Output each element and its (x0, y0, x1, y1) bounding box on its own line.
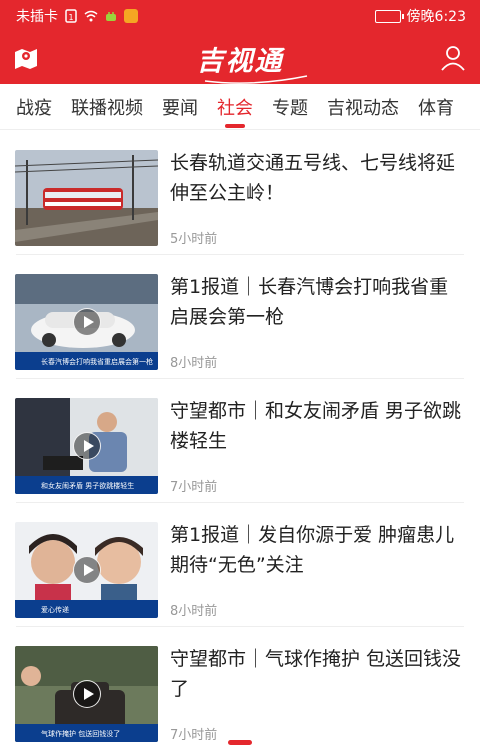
sim-icon: 1 (65, 9, 77, 23)
news-title: 第1报道｜发自你源于爱 肿瘤患儿期待“无色”关注 (170, 524, 455, 576)
category-tabs: 战疫 联播视频 要闻 社会 专题 吉视动态 体育 (0, 84, 480, 130)
news-time: 8小时前 (170, 604, 218, 619)
app-header: 吉视通 (0, 32, 480, 84)
news-thumbnail: 气球作掩护 包送回钱没了 (15, 646, 158, 742)
news-title: 守望都市｜和女友闹矛盾 男子欲跳楼轻生 (170, 400, 462, 452)
caption-bar: 气球作掩护 包送回钱没了 (15, 724, 158, 742)
caption-text: 爱心传递 (41, 606, 69, 614)
play-icon (72, 556, 101, 584)
caption-bar: 长春汽博会打响我省重启展会第一枪 (15, 352, 158, 370)
play-icon (72, 308, 101, 336)
caption-text: 气球作掩护 包送回钱没了 (41, 730, 121, 738)
battery-icon (374, 9, 404, 23)
news-list: 长春轨道交通五号线、七号线将延伸至公主岭！ 5小时前 长春汽博会打响我省重启展会… (0, 131, 480, 745)
news-time: 8小时前 (170, 356, 218, 371)
carrier-text: 未插卡 (16, 9, 58, 25)
news-title: 第1报道｜长春汽博会打响我省重启展会第一枪 (170, 276, 449, 328)
wifi-icon (84, 10, 98, 22)
tab-shehui[interactable]: 社会 (217, 94, 253, 128)
news-thumbnail: 长春汽博会打响我省重启展会第一枪 (15, 274, 158, 370)
app-icon (124, 9, 138, 23)
app-logo: 吉视通 (197, 39, 307, 84)
status-bar: 未插卡 1 傍晚6:23 (0, 0, 480, 32)
tab-zhanyi[interactable]: 战疫 (16, 94, 52, 120)
bottom-indicator (228, 740, 252, 745)
news-thumbnail: 和女友闹矛盾 男子欲跳楼轻生 (15, 398, 158, 494)
tab-jishi-dongtai[interactable]: 吉视动态 (327, 94, 399, 120)
news-title: 守望都市｜气球作掩护 包送回钱没了 (170, 648, 462, 700)
news-thumbnail (15, 150, 158, 246)
news-item[interactable]: 气球作掩护 包送回钱没了 守望都市｜气球作掩护 包送回钱没了 7小时前 (0, 627, 480, 745)
svg-text:1: 1 (68, 13, 73, 22)
news-thumbnail: 爱心传递 (15, 522, 158, 618)
user-icon[interactable] (438, 43, 468, 73)
android-icon (106, 12, 116, 21)
tab-lianbo-video[interactable]: 联播视频 (71, 94, 143, 120)
news-time: 5小时前 (170, 232, 218, 247)
train-image (15, 150, 158, 246)
news-time: 7小时前 (170, 480, 218, 495)
news-item[interactable]: 长春轨道交通五号线、七号线将延伸至公主岭！ 5小时前 (0, 131, 480, 255)
news-item[interactable]: 爱心传递 第1报道｜发自你源于爱 肿瘤患儿期待“无色”关注 8小时前 (0, 503, 480, 627)
caption-bar: 爱心传递 (15, 600, 158, 618)
caption-bar: 和女友闹矛盾 男子欲跳楼轻生 (15, 476, 158, 494)
caption-text: 长春汽博会打响我省重启展会第一枪 (41, 358, 153, 366)
tab-zhuanti[interactable]: 专题 (272, 94, 308, 120)
clock-text: 傍晚6:23 (406, 9, 466, 25)
news-item[interactable]: 和女友闹矛盾 男子欲跳楼轻生 守望都市｜和女友闹矛盾 男子欲跳楼轻生 7小时前 (0, 379, 480, 503)
news-time: 7小时前 (170, 728, 218, 743)
play-icon (72, 432, 101, 460)
news-item[interactable]: 长春汽博会打响我省重启展会第一枪 第1报道｜长春汽博会打响我省重启展会第一枪 8… (0, 255, 480, 379)
news-title: 长春轨道交通五号线、七号线将延伸至公主岭！ (170, 152, 456, 204)
logo-swoosh-icon (204, 74, 307, 84)
tab-yaowen[interactable]: 要闻 (162, 94, 198, 120)
map-location-icon[interactable] (12, 44, 40, 72)
tab-tiyu[interactable]: 体育 (418, 94, 454, 120)
play-icon (72, 680, 101, 708)
caption-text: 和女友闹矛盾 男子欲跳楼轻生 (41, 482, 135, 490)
